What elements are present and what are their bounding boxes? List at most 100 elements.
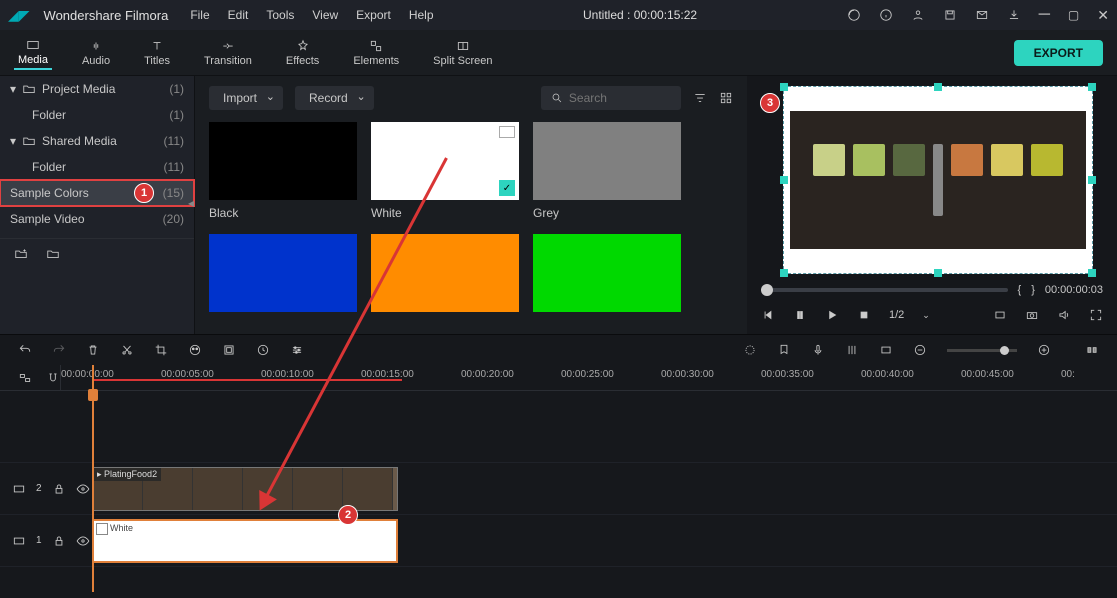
collapse-handle-icon[interactable]: ◂ (188, 196, 194, 210)
new-folder-icon[interactable] (14, 247, 28, 261)
fullscreen-icon[interactable] (1089, 308, 1103, 322)
sidebar-item-project-media[interactable]: ▾ Project Media (1) (0, 76, 194, 102)
filter-icon[interactable] (693, 91, 707, 105)
menu-view[interactable]: View (312, 8, 338, 22)
tab-split-screen[interactable]: Split Screen (429, 37, 496, 69)
magnet-icon[interactable] (46, 371, 60, 385)
playhead[interactable] (92, 365, 94, 592)
grid-view-icon[interactable] (719, 91, 733, 105)
info-icon[interactable] (879, 8, 893, 22)
resize-handle[interactable] (1088, 176, 1096, 184)
sidebar-item-folder[interactable]: Folder (1) (0, 102, 194, 128)
resize-handle[interactable] (934, 83, 942, 91)
resize-handle[interactable] (934, 269, 942, 277)
render-icon[interactable] (879, 343, 893, 357)
clip-white[interactable]: White (92, 519, 398, 563)
tab-titles[interactable]: Titles (140, 37, 174, 69)
redo-icon[interactable] (52, 343, 66, 357)
tab-audio[interactable]: Audio (78, 37, 114, 69)
folder-icon[interactable] (46, 247, 60, 261)
color-icon[interactable] (188, 343, 202, 357)
snapshot-icon[interactable] (1025, 308, 1039, 322)
zoom-ratio[interactable]: 1/2 (889, 309, 904, 321)
settings-icon[interactable] (290, 343, 304, 357)
undo-icon[interactable] (18, 343, 32, 357)
search-input[interactable] (541, 86, 681, 110)
marker-icon[interactable] (777, 343, 791, 357)
menu-export[interactable]: Export (356, 8, 391, 22)
track-manage-icon[interactable] (18, 371, 32, 385)
resize-handle[interactable] (1088, 269, 1096, 277)
tab-elements[interactable]: Elements (349, 37, 403, 69)
chevron-down-icon[interactable]: ⌄ (922, 310, 930, 321)
resize-handle[interactable] (780, 83, 788, 91)
resize-handle[interactable] (780, 176, 788, 184)
audio-mixer-icon[interactable] (845, 343, 859, 357)
speed-icon[interactable] (256, 343, 270, 357)
preview-scrubber[interactable] (761, 288, 1008, 292)
zoom-in-icon[interactable] (1037, 343, 1051, 357)
sidebar-item-sample-colors[interactable]: Sample Colors 1 (15) (0, 180, 194, 206)
account-icon[interactable] (911, 8, 925, 22)
preview-canvas[interactable]: 3 (783, 86, 1093, 274)
maximize-button[interactable]: ▢ (1068, 8, 1079, 22)
timeline-ruler[interactable]: 00:00:00:00 00:00:05:00 00:00:10:00 00:0… (0, 365, 1117, 391)
menu-help[interactable]: Help (409, 8, 434, 22)
mail-icon[interactable] (975, 8, 989, 22)
swatch-grey[interactable]: Grey (533, 122, 681, 220)
tab-effects[interactable]: Effects (282, 37, 323, 69)
swatch-orange[interactable] (371, 234, 519, 312)
track-2[interactable]: ▸ PlatingFood2 (90, 463, 1117, 515)
resize-handle[interactable] (1088, 83, 1096, 91)
search-field[interactable] (569, 91, 671, 105)
track-1[interactable]: White 2 (90, 515, 1117, 567)
lock-icon[interactable] (52, 482, 66, 496)
swatch-white[interactable]: ✓White (371, 122, 519, 220)
swatch-black[interactable]: Black (209, 122, 357, 220)
volume-icon[interactable] (1057, 308, 1071, 322)
sidebar-item-folder[interactable]: Folder (11) (0, 154, 194, 180)
support-icon[interactable] (847, 8, 861, 22)
save-icon[interactable] (943, 8, 957, 22)
record-dropdown[interactable]: Record (295, 86, 374, 110)
visibility-icon[interactable] (76, 534, 90, 548)
track-head-1[interactable]: 1 (0, 515, 90, 567)
swatch-blue[interactable] (209, 234, 357, 312)
delete-icon[interactable] (86, 343, 100, 357)
lock-icon[interactable] (52, 534, 66, 548)
menu-tools[interactable]: Tools (266, 8, 294, 22)
quality-icon[interactable] (993, 308, 1007, 322)
close-button[interactable]: ✕ (1097, 7, 1109, 24)
minimize-button[interactable]: ─ (1039, 6, 1050, 24)
zoom-out-icon[interactable] (913, 343, 927, 357)
tab-media[interactable]: Media (14, 36, 52, 70)
download-icon[interactable] (1007, 8, 1021, 22)
track-head-2[interactable]: 2 (0, 463, 90, 515)
track-number: 1 (36, 535, 42, 546)
prev-frame-icon[interactable] (761, 308, 775, 322)
menu-edit[interactable]: Edit (228, 8, 249, 22)
menu-file[interactable]: File (190, 8, 209, 22)
clip-platingfood2[interactable]: ▸ PlatingFood2 (92, 467, 398, 511)
mix-icon[interactable] (743, 343, 757, 357)
zoom-slider[interactable] (947, 349, 1017, 352)
tab-transition[interactable]: Transition (200, 37, 256, 69)
green-screen-icon[interactable] (222, 343, 236, 357)
sidebar-item-sample-video[interactable]: Sample Video (20) (0, 206, 194, 232)
sidebar-item-shared-media[interactable]: ▾ Shared Media (11) (0, 128, 194, 154)
swatch-green[interactable] (533, 234, 681, 312)
resize-handle[interactable] (780, 269, 788, 277)
stop-icon[interactable] (793, 308, 807, 322)
sidebar-count: (20) (163, 212, 184, 226)
export-button[interactable]: EXPORT (1014, 40, 1103, 66)
track-empty[interactable] (90, 391, 1117, 463)
sidebar-count: (11) (164, 160, 184, 174)
play-icon[interactable] (825, 308, 839, 322)
visibility-icon[interactable] (76, 482, 90, 496)
import-dropdown[interactable]: Import (209, 86, 283, 110)
cut-icon[interactable] (120, 343, 134, 357)
stop-square-icon[interactable] (857, 308, 871, 322)
crop-icon[interactable] (154, 343, 168, 357)
zoom-fit-icon[interactable] (1085, 343, 1099, 357)
voiceover-icon[interactable] (811, 343, 825, 357)
